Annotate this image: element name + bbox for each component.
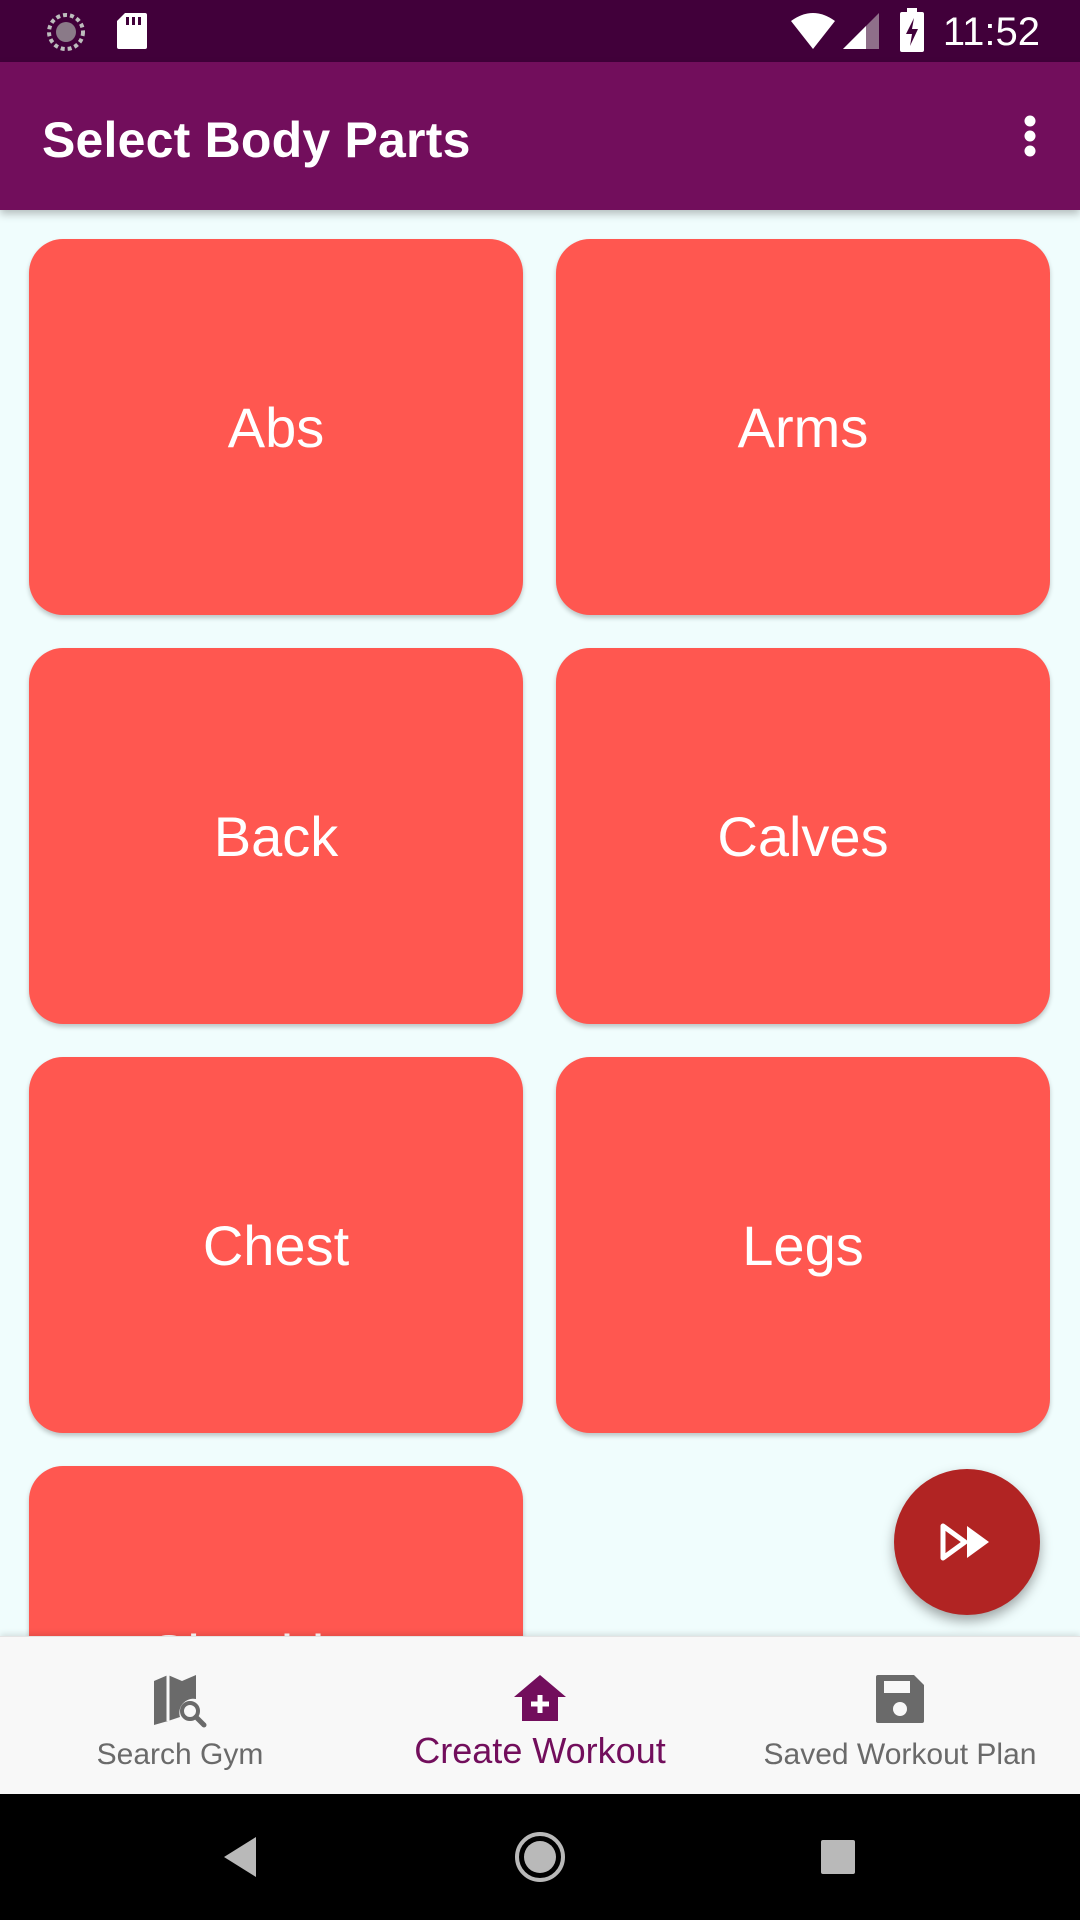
body-part-grid: Abs Arms Back Calves Chest Legs Shoulder… [0,210,1080,1636]
next-fab-button[interactable] [894,1469,1040,1615]
home-icon[interactable] [510,1827,570,1887]
wifi-icon [791,13,835,49]
body-part-tile-calves[interactable]: Calves [556,648,1050,1024]
body-part-tile-legs[interactable]: Legs [556,1057,1050,1433]
nav-label-saved-workout-plan: Saved Workout Plan [763,1738,1037,1771]
system-navigation-bar [0,1794,1080,1920]
overflow-menu-button[interactable] [994,100,1066,172]
body-part-tile-arms[interactable]: Arms [556,239,1050,615]
page-title: Select Body Parts [42,112,471,168]
battery-charging-icon [900,8,924,52]
save-icon [876,1675,924,1723]
nav-create-workout[interactable]: Create Workout [360,1637,720,1795]
nav-label-create-workout: Create Workout [414,1730,666,1771]
app-bar: Select Body Parts [0,62,1080,210]
status-time: 11:52 [942,10,1040,54]
more-vert-icon [1024,115,1036,157]
nav-search-gym[interactable]: Search Gym [0,1637,360,1795]
recents-icon[interactable] [808,1827,868,1887]
status-bar: 11:52 [0,0,1080,62]
nav-saved-workout-plan[interactable]: Saved Workout Plan [720,1637,1080,1795]
body-part-tile-back[interactable]: Back [29,648,523,1024]
back-icon[interactable] [212,1827,272,1887]
signal-icon [843,13,879,49]
body-part-tile-shoulders[interactable]: Shoulders [29,1466,523,1636]
nav-label-search-gym: Search Gym [96,1738,264,1771]
body-part-tile-abs[interactable]: Abs [29,239,523,615]
sync-icon [47,13,85,51]
fast-forward-icon [940,1523,989,1561]
bottom-navigation: Search Gym Create Workout Saved Workout … [0,1636,1080,1795]
sd-card-icon [117,13,147,49]
map-search-icon [154,1675,207,1728]
home-plus-icon [514,1675,566,1721]
body-part-tile-chest[interactable]: Chest [29,1057,523,1433]
